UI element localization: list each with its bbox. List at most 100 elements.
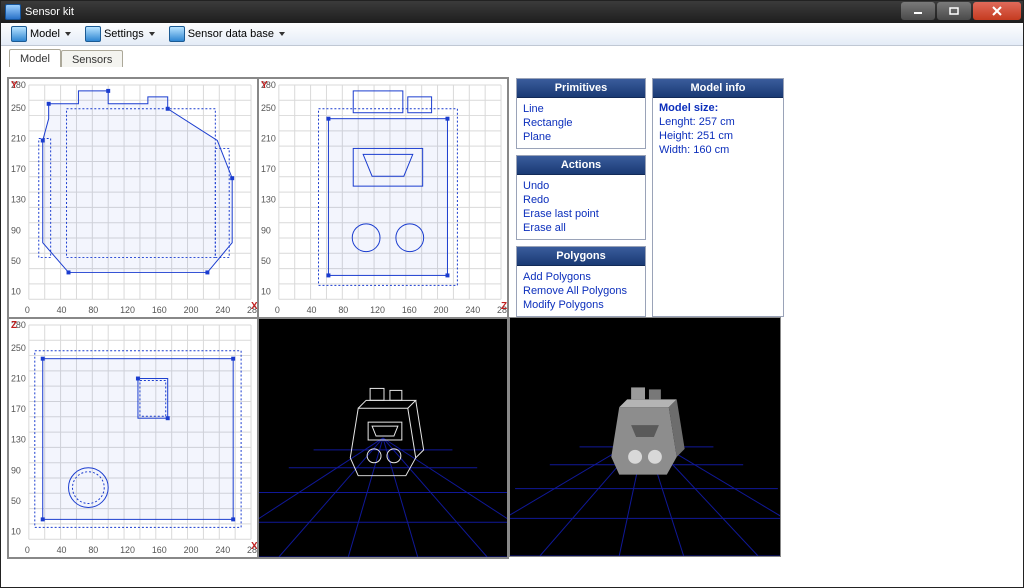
svg-text:Z: Z	[501, 301, 507, 312]
action-redo[interactable]: Redo	[523, 193, 639, 207]
model-info-height: Height: 251 cm	[653, 129, 783, 143]
side-panels-cell: Primitives Line Rectangle Plane Actions	[509, 77, 785, 317]
viewport-front[interactable]: 0408012016020024028010509013017021025028…	[8, 78, 258, 318]
client-area: 0408012016020024028010509013017021025028…	[1, 67, 1023, 587]
svg-text:40: 40	[57, 545, 67, 555]
svg-text:40: 40	[57, 305, 67, 315]
svg-text:Y: Y	[261, 80, 268, 91]
polygon-add[interactable]: Add Polygons	[523, 270, 639, 284]
window-title: Sensor kit	[25, 6, 74, 18]
chevron-down-icon	[279, 32, 285, 36]
panel-actions: Actions Undo Redo Erase last point Erase…	[516, 155, 646, 240]
svg-text:170: 170	[261, 164, 276, 174]
svg-text:Z: Z	[11, 320, 17, 331]
svg-text:160: 160	[152, 305, 167, 315]
chevron-down-icon	[149, 32, 155, 36]
polygon-remove-all[interactable]: Remove All Polygons	[523, 284, 639, 298]
primitive-rectangle[interactable]: Rectangle	[523, 116, 639, 130]
svg-text:40: 40	[307, 305, 317, 315]
model-info-length: Lenght: 257 cm	[653, 115, 783, 129]
title-bar: Sensor kit	[1, 1, 1023, 23]
menu-settings[interactable]: Settings	[79, 24, 161, 44]
menu-strip: Model Settings Sensor data base	[1, 23, 1023, 46]
svg-text:0: 0	[25, 305, 30, 315]
svg-text:80: 80	[88, 305, 98, 315]
chevron-down-icon	[65, 32, 71, 36]
svg-text:170: 170	[11, 404, 26, 414]
svg-text:10: 10	[261, 287, 271, 297]
svg-text:50: 50	[11, 256, 21, 266]
action-undo[interactable]: Undo	[523, 179, 639, 193]
svg-text:90: 90	[11, 225, 21, 235]
panel-polygons-title: Polygons	[517, 247, 645, 266]
menu-model[interactable]: Model	[5, 24, 77, 44]
tab-model[interactable]: Model	[9, 49, 61, 69]
app-icon	[5, 4, 21, 20]
svg-text:0: 0	[275, 305, 280, 315]
svg-text:10: 10	[11, 287, 21, 297]
maximize-button[interactable]	[937, 2, 971, 20]
svg-text:200: 200	[184, 305, 199, 315]
model-info-width: Width: 160 cm	[653, 143, 783, 157]
svg-text:120: 120	[120, 545, 135, 555]
svg-text:250: 250	[11, 343, 26, 353]
panel-polygons: Polygons Add Polygons Remove All Polygon…	[516, 246, 646, 317]
panel-primitives: Primitives Line Rectangle Plane	[516, 78, 646, 149]
viewport-3d-wireframe[interactable]	[258, 318, 508, 558]
svg-text:130: 130	[11, 195, 26, 205]
model-info-heading: Model size:	[653, 98, 783, 115]
svg-text:50: 50	[261, 256, 271, 266]
svg-text:90: 90	[11, 465, 21, 475]
svg-text:240: 240	[465, 305, 480, 315]
svg-text:160: 160	[402, 305, 417, 315]
menu-database[interactable]: Sensor data base	[163, 24, 291, 44]
model-info-title: Model info	[653, 79, 783, 98]
panel-actions-title: Actions	[517, 156, 645, 175]
primitive-line[interactable]: Line	[523, 102, 639, 116]
polygon-modify[interactable]: Modify Polygons	[523, 298, 639, 312]
svg-text:0: 0	[25, 545, 30, 555]
app-window: Sensor kit Model Settings Se	[0, 0, 1024, 588]
svg-text:X: X	[251, 301, 257, 312]
svg-text:210: 210	[261, 133, 276, 143]
svg-text:10: 10	[11, 527, 21, 537]
svg-text:X: X	[251, 541, 257, 552]
view-grid: 0408012016020024028010509013017021025028…	[7, 77, 509, 559]
svg-text:200: 200	[434, 305, 449, 315]
menu-settings-label: Settings	[104, 28, 144, 40]
menu-model-label: Model	[30, 28, 60, 40]
svg-text:120: 120	[120, 305, 135, 315]
close-button[interactable]	[973, 2, 1021, 20]
svg-text:130: 130	[261, 195, 276, 205]
svg-text:80: 80	[88, 545, 98, 555]
svg-text:130: 130	[11, 435, 26, 445]
svg-text:250: 250	[261, 103, 276, 113]
tab-strip: Model Sensors	[1, 46, 1023, 69]
panel-model-info: Model info Model size: Lenght: 257 cm He…	[652, 78, 784, 317]
svg-text:210: 210	[11, 133, 26, 143]
primitive-plane[interactable]: Plane	[523, 130, 639, 144]
svg-text:210: 210	[11, 373, 26, 383]
svg-text:120: 120	[370, 305, 385, 315]
menu-database-label: Sensor data base	[188, 28, 274, 40]
svg-text:200: 200	[184, 545, 199, 555]
viewport-side[interactable]: 0408012016020024028010509013017021025028…	[258, 78, 508, 318]
svg-text:50: 50	[11, 496, 21, 506]
viewport-3d-solid[interactable]	[509, 317, 781, 557]
svg-text:Y: Y	[11, 80, 18, 91]
model-icon	[11, 26, 27, 42]
svg-text:250: 250	[11, 103, 26, 113]
svg-text:80: 80	[338, 305, 348, 315]
svg-text:170: 170	[11, 164, 26, 174]
settings-icon	[85, 26, 101, 42]
database-icon	[169, 26, 185, 42]
svg-text:160: 160	[152, 545, 167, 555]
viewport-top[interactable]: 0408012016020024028010509013017021025028…	[8, 318, 258, 558]
action-erase-last[interactable]: Erase last point	[523, 207, 639, 221]
svg-text:90: 90	[261, 225, 271, 235]
panel-primitives-title: Primitives	[517, 79, 645, 98]
svg-text:240: 240	[215, 545, 230, 555]
action-erase-all[interactable]: Erase all	[523, 221, 639, 235]
minimize-button[interactable]	[901, 2, 935, 20]
svg-text:240: 240	[215, 305, 230, 315]
